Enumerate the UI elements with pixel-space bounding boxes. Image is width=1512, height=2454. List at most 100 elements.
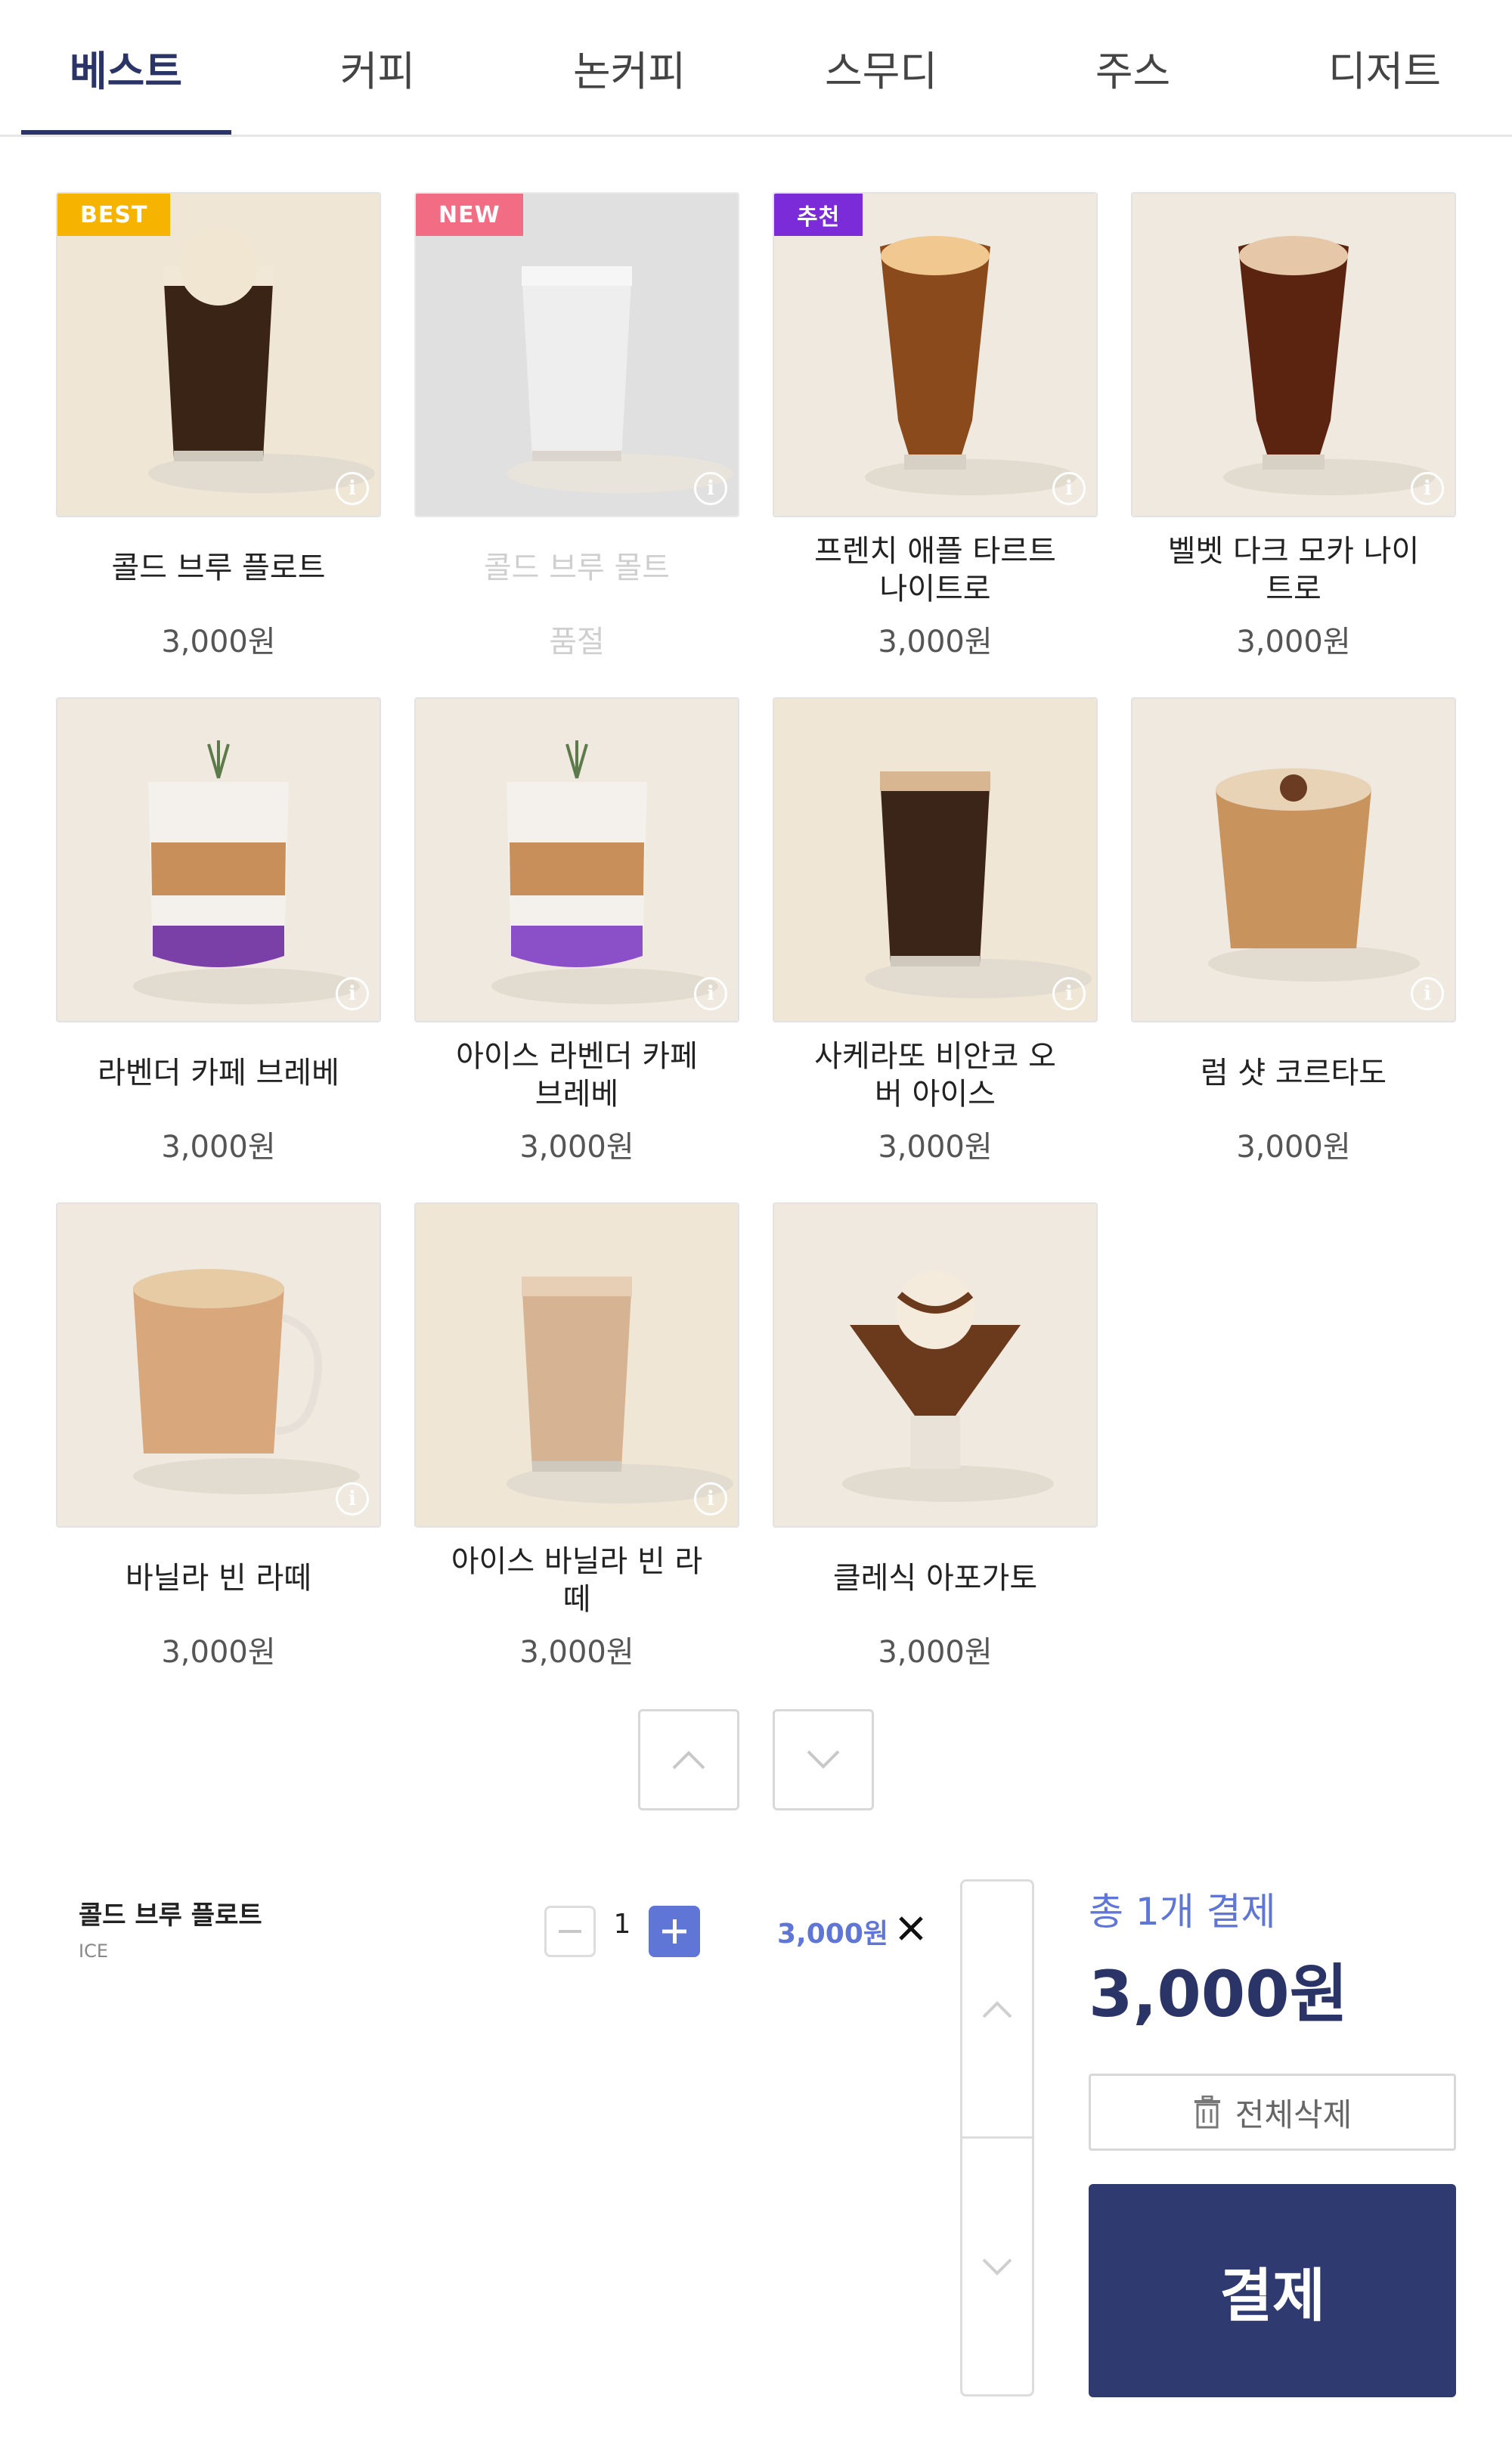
velvet-dark-mocha-nitro-image [1132, 194, 1455, 516]
iced-lavender-cafe-breve-image [416, 699, 738, 1021]
product-image: BEST i [56, 192, 381, 517]
lavender-cafe-breve-image [57, 699, 380, 1021]
product-image: i [773, 697, 1098, 1022]
product-image: i [414, 697, 739, 1022]
quantity-decrease-button[interactable] [544, 1906, 596, 1957]
product-card[interactable]: BEST i 콜드 브루 플로트 3,000원 [56, 192, 381, 676]
cart-scroll-up-button[interactable] [960, 1879, 1034, 2141]
product-price: 3,000원 [161, 1130, 276, 1165]
product-name: 콜드 브루 몰트 [483, 551, 671, 585]
info-icon[interactable]: i [336, 472, 369, 505]
cart-item-name: 콜드 브루 플로트 [79, 1900, 262, 1931]
info-icon[interactable]: i [1411, 472, 1444, 505]
product-card[interactable]: i 아이스 바닐라 빈 라떼 3,000원 [414, 1202, 739, 1686]
chevron-down-icon [982, 2258, 1012, 2276]
pay-button[interactable]: 결제 [1089, 2184, 1456, 2397]
product-image [773, 1202, 1098, 1528]
product-name: 럼 샷 코르타도 [1200, 1056, 1387, 1090]
info-icon[interactable]: i [694, 977, 727, 1010]
active-tab-indicator [21, 130, 231, 135]
product-name: 프렌치 애플 타르트 나이트로 [814, 534, 1056, 607]
french-apple-tart-nitro-image [774, 194, 1096, 516]
cart-item-price: 3,000원 [777, 1919, 888, 1950]
product-image: i [1131, 192, 1456, 517]
product-card[interactable]: 클레식 아포가토 3,000원 [773, 1202, 1098, 1686]
tab-coffee[interactable]: 커피 [252, 0, 503, 135]
product-name: 라벤더 카페 브레베 [98, 1056, 339, 1090]
total-amount: 3,000원 [1089, 1957, 1348, 2031]
product-price: 품절 [549, 625, 605, 659]
rum-shot-cortado-image [1132, 699, 1455, 1021]
tab-non-coffee[interactable]: 논커피 [503, 0, 755, 135]
product-card[interactable]: i 아이스 라벤더 카페 브레베 3,000원 [414, 697, 739, 1181]
tab-juice[interactable]: 주스 [1007, 0, 1259, 135]
chevron-up-icon [982, 2001, 1012, 2018]
product-card[interactable]: 추천 i 프렌치 애플 타르트 나이트로 3,000원 [773, 192, 1098, 676]
product-card[interactable]: i 바닐라 빈 라떼 3,000원 [56, 1202, 381, 1686]
shakerato-bianco-image [774, 699, 1096, 1021]
cold-brew-float-image [57, 194, 380, 516]
product-price: 3,000원 [878, 1635, 993, 1670]
info-icon[interactable]: i [694, 472, 727, 505]
cart-scroll-down-button[interactable] [960, 2136, 1034, 2397]
info-icon[interactable]: i [694, 1482, 727, 1516]
product-name: 콜드 브루 플로트 [111, 551, 326, 585]
product-name: 아이스 라벤더 카페 브레베 [456, 1039, 698, 1112]
product-image: NEW i [414, 192, 739, 517]
tab-smoothie[interactable]: 스무디 [755, 0, 1007, 135]
page-down-button[interactable] [773, 1709, 874, 1810]
product-price: 3,000원 [1236, 625, 1351, 659]
trash-icon [1194, 2096, 1220, 2129]
tab-dessert[interactable]: 디저트 [1259, 0, 1510, 135]
page-up-button[interactable] [638, 1709, 739, 1810]
info-icon[interactable]: i [1052, 472, 1086, 505]
product-name: 아이스 바닐라 빈 라떼 [451, 1544, 703, 1617]
product-card[interactable]: NEW i 콜드 브루 몰트품절 [414, 192, 739, 676]
product-price: 3,000원 [161, 1635, 276, 1670]
close-icon [899, 1916, 923, 1941]
product-price: 3,000원 [878, 625, 993, 659]
cold-brew-malt-image [416, 194, 738, 516]
iced-vanilla-bean-latte-image [416, 1204, 738, 1526]
chevron-down-icon [807, 1750, 840, 1769]
product-price: 3,000원 [161, 625, 276, 659]
product-card[interactable]: i 사케라또 비안코 오버 아이스 3,000원 [773, 697, 1098, 1181]
product-image: i [1131, 697, 1456, 1022]
product-badge: NEW [416, 194, 523, 236]
clear-all-button[interactable]: 전체삭제 [1089, 2074, 1456, 2151]
product-card[interactable]: i 라벤더 카페 브레베 3,000원 [56, 697, 381, 1181]
product-image: i [414, 1202, 739, 1528]
product-card[interactable]: i 벨벳 다크 모카 나이트로 3,000원 [1131, 192, 1456, 676]
quantity-increase-button[interactable] [649, 1906, 700, 1957]
product-badge: 추천 [774, 194, 863, 236]
product-badge: BEST [57, 194, 171, 236]
clear-all-label: 전체삭제 [1235, 2096, 1352, 2133]
info-icon[interactable]: i [336, 977, 369, 1010]
product-image: 추천 i [773, 192, 1098, 517]
product-price: 3,000원 [878, 1130, 993, 1165]
product-name: 바닐라 빈 라떼 [125, 1561, 312, 1596]
product-price: 3,000원 [519, 1130, 634, 1165]
product-card[interactable]: i 럼 샷 코르타도 3,000원 [1131, 697, 1456, 1181]
classic-affogato-image [774, 1204, 1096, 1526]
info-icon[interactable]: i [336, 1482, 369, 1516]
info-icon[interactable]: i [1411, 977, 1444, 1010]
product-image: i [56, 1202, 381, 1528]
product-name: 클레식 아포가토 [832, 1561, 1038, 1596]
product-name: 벨벳 다크 모카 나이트로 [1167, 534, 1420, 607]
info-icon[interactable]: i [1052, 977, 1086, 1010]
minus-icon [559, 1930, 581, 1933]
tab-best[interactable]: 베스트 [0, 0, 252, 135]
category-tabs: 베스트 커피 논커피 스무디 주스 디저트 [0, 0, 1512, 137]
chevron-up-icon [672, 1751, 705, 1770]
product-price: 3,000원 [1236, 1130, 1351, 1165]
quantity-value: 1 [613, 1909, 631, 1940]
remove-item-button[interactable] [892, 1910, 930, 1947]
product-name: 사케라또 비안코 오버 아이스 [814, 1039, 1056, 1112]
product-image: i [56, 697, 381, 1022]
total-count-label: 총 1개 결제 [1089, 1890, 1276, 1934]
product-price: 3,000원 [519, 1635, 634, 1670]
cart-item-option: ICE [79, 1941, 108, 1962]
vanilla-bean-latte-image [57, 1204, 380, 1526]
plus-icon [662, 1919, 686, 1944]
